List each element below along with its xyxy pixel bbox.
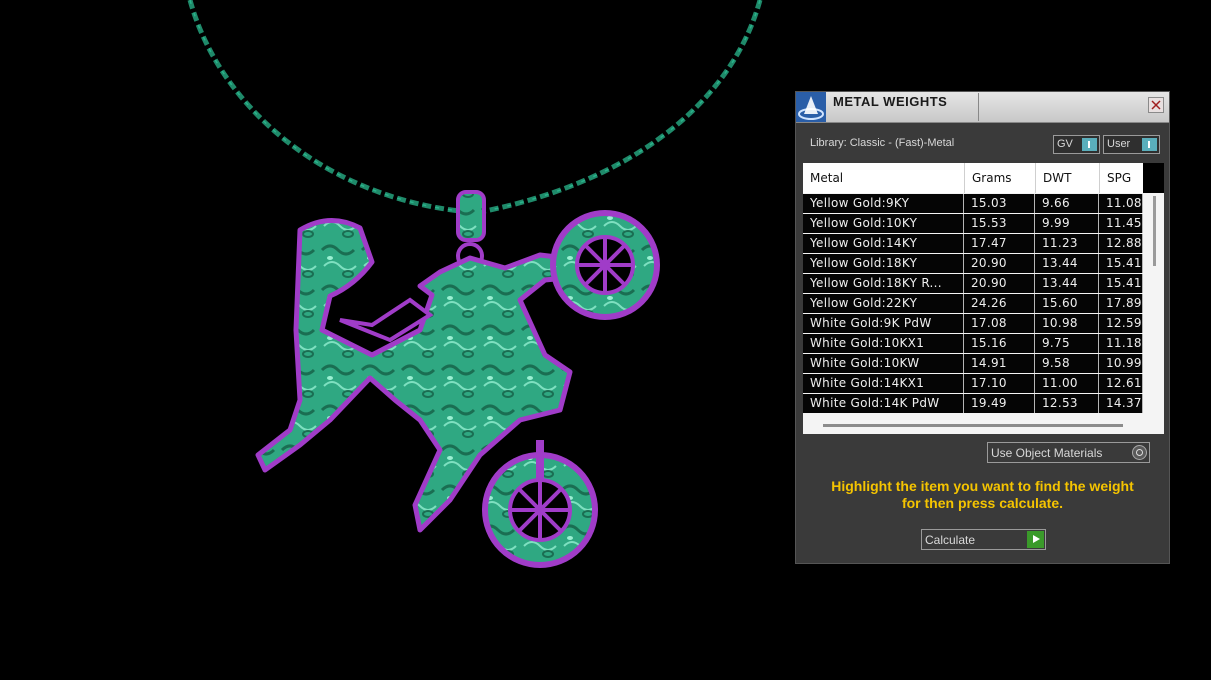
viewport-3d[interactable]: [0, 0, 790, 676]
cell-grams: 20.90: [964, 254, 1035, 273]
cone-logo-icon: [796, 92, 826, 122]
cell-dwt: 10.98: [1035, 314, 1099, 333]
cell-grams: 15.16: [964, 334, 1035, 353]
cell-spg: 11.08: [1099, 194, 1143, 213]
radio-icon: [1132, 445, 1147, 460]
cell-spg: 12.59: [1099, 314, 1143, 333]
cell-dwt: 9.66: [1035, 194, 1099, 213]
table-row[interactable]: Yellow Gold:22KY 24.26 15.60 17.89: [803, 294, 1143, 313]
cell-grams: 20.90: [964, 274, 1035, 293]
table-row[interactable]: Yellow Gold:18KY R... 20.90 13.44 15.41: [803, 274, 1143, 293]
cell-metal: Yellow Gold:10KY: [803, 214, 964, 233]
calculate-button[interactable]: Calculate: [921, 529, 1046, 550]
cell-grams: 17.10: [964, 374, 1035, 393]
cell-grams: 14.91: [964, 354, 1035, 373]
cell-grams: 15.03: [964, 194, 1035, 213]
play-icon: [1027, 531, 1044, 548]
cell-metal: Yellow Gold:18KY R...: [803, 274, 964, 293]
cell-grams: 19.49: [964, 394, 1035, 413]
instruction-line-2: for then press calculate.: [901, 495, 1064, 511]
cell-metal: Yellow Gold:14KY: [803, 234, 964, 253]
chain: [187, 0, 763, 215]
cell-dwt: 12.53: [1035, 394, 1099, 413]
cell-dwt: 13.44: [1035, 254, 1099, 273]
cell-spg: 12.61: [1099, 374, 1143, 393]
use-object-materials-label: Use Object Materials: [991, 446, 1103, 460]
cell-spg: 15.41: [1099, 274, 1143, 293]
table-row[interactable]: White Gold:9K PdW 17.08 10.98 12.59: [803, 314, 1143, 333]
table-row[interactable]: Yellow Gold:18KY 20.90 13.44 15.41: [803, 254, 1143, 273]
table-row[interactable]: White Gold:10KX1 15.16 9.75 11.18: [803, 334, 1143, 353]
table-header: Metal Grams DWT SPG: [803, 163, 1143, 193]
cell-spg: 12.88: [1099, 234, 1143, 253]
pendant-render: [187, 0, 763, 568]
column-header-spg[interactable]: SPG: [1099, 163, 1143, 193]
gv-toggle[interactable]: GV: [1053, 135, 1100, 154]
cell-spg: 11.18: [1099, 334, 1143, 353]
cell-metal: White Gold:10KW: [803, 354, 964, 373]
close-button[interactable]: [1148, 97, 1164, 113]
cell-dwt: 9.99: [1035, 214, 1099, 233]
table-row[interactable]: Yellow Gold:9KY 15.03 9.66 11.08: [803, 194, 1143, 213]
table-row[interactable]: Yellow Gold:10KY 15.53 9.99 11.45: [803, 214, 1143, 233]
cell-grams: 17.47: [964, 234, 1035, 253]
horizontal-scrollbar[interactable]: [823, 424, 1123, 427]
cell-spg: 11.45: [1099, 214, 1143, 233]
panel-title: METAL WEIGHTS: [833, 93, 979, 121]
cell-dwt: 15.60: [1035, 294, 1099, 313]
cell-metal: White Gold:14KX1: [803, 374, 964, 393]
table-header-corner: [1143, 163, 1164, 193]
cell-dwt: 9.75: [1035, 334, 1099, 353]
toggle-switch-icon: [1142, 138, 1157, 151]
cell-grams: 17.08: [964, 314, 1035, 333]
cell-dwt: 13.44: [1035, 274, 1099, 293]
cell-metal: Yellow Gold:22KY: [803, 294, 964, 313]
cell-metal: Yellow Gold:9KY: [803, 194, 964, 213]
column-header-metal[interactable]: Metal: [803, 163, 964, 193]
table-row[interactable]: White Gold:14KX1 17.10 11.00 12.61: [803, 374, 1143, 393]
vertical-scrollbar[interactable]: [1143, 193, 1164, 433]
cell-dwt: 11.23: [1035, 234, 1099, 253]
calculate-label: Calculate: [925, 533, 976, 547]
cell-spg: 10.99: [1099, 354, 1143, 373]
column-header-grams[interactable]: Grams: [964, 163, 1035, 193]
toggle-switch-icon: [1082, 138, 1097, 151]
library-label: Library: Classic - (Fast)-Metal: [810, 137, 955, 149]
cell-spg: 15.41: [1099, 254, 1143, 273]
cell-metal: White Gold:10KX1: [803, 334, 964, 353]
instruction-text: Highlight the item you want to find the …: [806, 478, 1159, 512]
cell-metal: Yellow Gold:18KY: [803, 254, 964, 273]
cell-metal: White Gold:14K PdW: [803, 394, 964, 413]
column-header-dwt[interactable]: DWT: [1035, 163, 1099, 193]
table-row[interactable]: White Gold:14K PdW 19.49 12.53 14.37: [803, 394, 1143, 413]
metal-weights-panel: METAL WEIGHTS Library: Classic - (Fast)-…: [795, 91, 1170, 564]
cell-grams: 15.53: [964, 214, 1035, 233]
close-icon: [1151, 100, 1161, 110]
panel-titlebar[interactable]: METAL WEIGHTS: [796, 92, 1169, 123]
gv-toggle-label: GV: [1057, 138, 1073, 150]
metal-table: Metal Grams DWT SPG Yellow Gold:9KY 15.03…: [803, 163, 1164, 434]
cell-grams: 24.26: [964, 294, 1035, 313]
cell-dwt: 11.00: [1035, 374, 1099, 393]
user-toggle-label: User: [1107, 138, 1131, 150]
cell-spg: 14.37: [1099, 394, 1143, 413]
vertical-scroll-thumb[interactable]: [1153, 196, 1156, 266]
bail: [456, 190, 486, 242]
instruction-line-1: Highlight the item you want to find the …: [831, 478, 1134, 494]
table-row[interactable]: White Gold:10KW 14.91 9.58 10.99: [803, 354, 1143, 373]
cell-metal: White Gold:9K PdW: [803, 314, 964, 333]
cell-spg: 17.89: [1099, 294, 1143, 313]
user-toggle[interactable]: User: [1103, 135, 1160, 154]
use-object-materials-toggle[interactable]: Use Object Materials: [987, 442, 1150, 463]
table-row[interactable]: Yellow Gold:14KY 17.47 11.23 12.88: [803, 234, 1143, 253]
cell-dwt: 9.58: [1035, 354, 1099, 373]
